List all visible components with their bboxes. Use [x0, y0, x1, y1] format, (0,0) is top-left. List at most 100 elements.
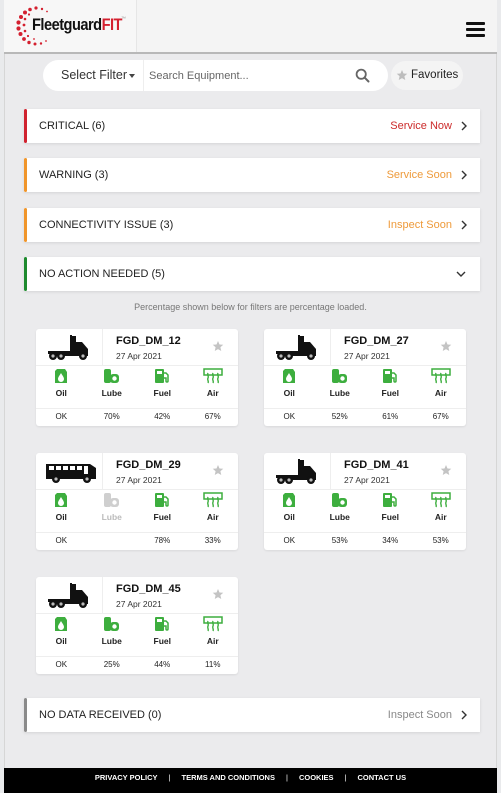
filter-value-air: 11%	[205, 660, 221, 669]
status-group-connectivity-issue[interactable]: CONNECTIVITY ISSUE (3) Inspect Soon	[24, 208, 480, 242]
chevron-down-icon	[456, 271, 466, 277]
status-group-label: NO ACTION NEEDED (5)	[39, 268, 165, 280]
equipment-name[interactable]: FGD_DM_45	[116, 583, 181, 595]
semi-truck-icon	[276, 459, 316, 484]
caret-down-icon	[129, 73, 135, 78]
equipment-card[interactable]: FGD_DM_27 27 Apr 2021 Oil Lube Fuel Air OK 52% 6…	[264, 329, 466, 426]
filter-air[interactable]: Air	[188, 368, 239, 406]
equipment-name[interactable]: FGD_DM_29	[116, 459, 181, 471]
footer-link-contact-us[interactable]: CONTACT US	[357, 773, 406, 782]
filter-label: Air	[206, 512, 219, 522]
status-group-no-data-received[interactable]: NO DATA RECEIVED (0) Inspect Soon	[24, 698, 480, 732]
equipment-name[interactable]: FGD_DM_12	[116, 335, 181, 347]
favorites-button[interactable]: Favorites	[391, 61, 463, 90]
filter-lube[interactable]: Lube	[315, 368, 366, 406]
semi-truck-icon	[48, 335, 88, 360]
equipment-card[interactable]: FGD_DM_12 27 Apr 2021 Oil Lube Fuel Air OK 70% 4…	[36, 329, 238, 426]
footer-link-terms-and-conditions[interactable]: TERMS AND CONDITIONS	[182, 773, 275, 782]
footer-link-cookies[interactable]: COOKIES	[299, 773, 334, 782]
favorite-star-icon[interactable]	[212, 464, 224, 476]
chevron-right-icon	[461, 170, 467, 180]
air-filter-icon	[188, 492, 239, 508]
favorite-star-icon[interactable]	[212, 588, 224, 600]
equipment-card[interactable]: FGD_DM_45 27 Apr 2021 Oil Lube Fuel Air OK 25% 4…	[36, 577, 238, 674]
lube-filter-icon	[315, 492, 366, 508]
filter-air[interactable]: Air	[188, 616, 239, 654]
equipment-name[interactable]: FGD_DM_27	[344, 335, 409, 347]
lube-filter-icon	[87, 368, 138, 384]
filter-air[interactable]: Air	[188, 492, 239, 530]
status-group-critical[interactable]: CRITICAL (6) Service Now	[24, 109, 480, 143]
logo-text: FleetguardFIT	[32, 15, 122, 34]
logo[interactable]: FleetguardFIT ™	[4, 0, 137, 52]
filter-status-row: Oil Lube Fuel Air	[36, 368, 238, 406]
filter-label: Oil	[55, 512, 67, 522]
fuel-filter-icon	[365, 492, 416, 508]
filter-value-oil: OK	[55, 412, 68, 421]
footer: PRIVACY POLICY | TERMS AND CONDITIONS | COOK…	[4, 768, 497, 793]
status-group-warning[interactable]: WARNING (3) Service Soon	[24, 158, 480, 192]
equipment-card[interactable]: FGD_DM_29 27 Apr 2021 Oil Lube Fuel Air OK 78% 3…	[36, 453, 238, 550]
hamburger-menu-button[interactable]	[466, 22, 485, 38]
filter-values-row: OK 52% 61% 67%	[264, 408, 466, 426]
search-bar: Select Filter	[43, 60, 388, 91]
card-divider	[264, 365, 466, 366]
status-accent-bar	[24, 109, 27, 143]
favorite-star-icon[interactable]	[440, 464, 452, 476]
fuel-filter-icon	[137, 492, 188, 508]
filter-lube[interactable]: Lube	[87, 492, 138, 530]
equipment-card[interactable]: FGD_DM_41 27 Apr 2021 Oil Lube Fuel Air OK 53% 3…	[264, 453, 466, 550]
filter-lube[interactable]: Lube	[87, 616, 138, 654]
filter-air[interactable]: Air	[416, 368, 467, 406]
app-header: FleetguardFIT ™	[4, 0, 497, 54]
chevron-right-icon	[461, 121, 467, 131]
filter-value-air: 53%	[432, 536, 449, 545]
filter-value-lube: 52%	[331, 412, 348, 421]
filter-fuel[interactable]: Fuel	[365, 368, 416, 406]
favorite-star-icon[interactable]	[440, 340, 452, 352]
filter-value-oil: OK	[283, 412, 296, 421]
filter-oil[interactable]: Oil	[36, 368, 87, 406]
filter-value-air: 67%	[204, 412, 221, 421]
footer-link-privacy-policy[interactable]: PRIVACY POLICY	[95, 773, 158, 782]
favorite-star-icon[interactable]	[212, 340, 224, 352]
filter-fuel[interactable]: Fuel	[137, 368, 188, 406]
select-filter-dropdown[interactable]: Select Filter	[43, 60, 143, 91]
equipment-name[interactable]: FGD_DM_41	[344, 459, 409, 471]
semi-truck-icon	[48, 583, 88, 608]
filter-fuel[interactable]: Fuel	[137, 616, 188, 654]
filter-label: Air	[434, 388, 447, 398]
equipment-date: 27 Apr 2021	[116, 599, 162, 609]
filter-fuel[interactable]: Fuel	[365, 492, 416, 530]
filter-value-oil: OK	[55, 660, 68, 669]
lube-filter-icon	[87, 616, 138, 632]
search-equipment-input[interactable]	[149, 66, 349, 85]
footer-separator: |	[344, 773, 347, 782]
filter-oil[interactable]: Oil	[264, 492, 315, 530]
filter-value-air: 67%	[432, 412, 449, 421]
status-group-action: Inspect Soon	[387, 709, 452, 721]
search-icon[interactable]	[355, 68, 370, 83]
oil-filter-icon	[264, 492, 315, 508]
filter-value-fuel: 44%	[154, 660, 171, 669]
status-group-no-action-needed[interactable]: NO ACTION NEEDED (5)	[24, 257, 480, 291]
filter-label: Fuel	[153, 388, 171, 398]
filter-fuel[interactable]: Fuel	[137, 492, 188, 530]
filter-oil[interactable]: Oil	[36, 492, 87, 530]
status-group-action: Inspect Soon	[387, 219, 452, 231]
filter-value-lube: 53%	[331, 536, 348, 545]
filter-value-fuel: 42%	[154, 412, 171, 421]
oil-filter-icon	[36, 616, 87, 632]
filter-lube[interactable]: Lube	[87, 368, 138, 406]
filter-value-lube	[87, 533, 138, 550]
filter-oil[interactable]: Oil	[36, 616, 87, 654]
status-group-action: Service Now	[390, 120, 452, 132]
status-accent-bar	[24, 208, 27, 242]
filter-status-row: Oil Lube Fuel Air	[36, 492, 238, 530]
equipment-date: 27 Apr 2021	[344, 351, 390, 361]
filter-oil[interactable]: Oil	[264, 368, 315, 406]
search-divider	[143, 60, 144, 91]
hamburger-icon-bar	[466, 22, 485, 25]
filter-lube[interactable]: Lube	[315, 492, 366, 530]
filter-air[interactable]: Air	[416, 492, 467, 530]
